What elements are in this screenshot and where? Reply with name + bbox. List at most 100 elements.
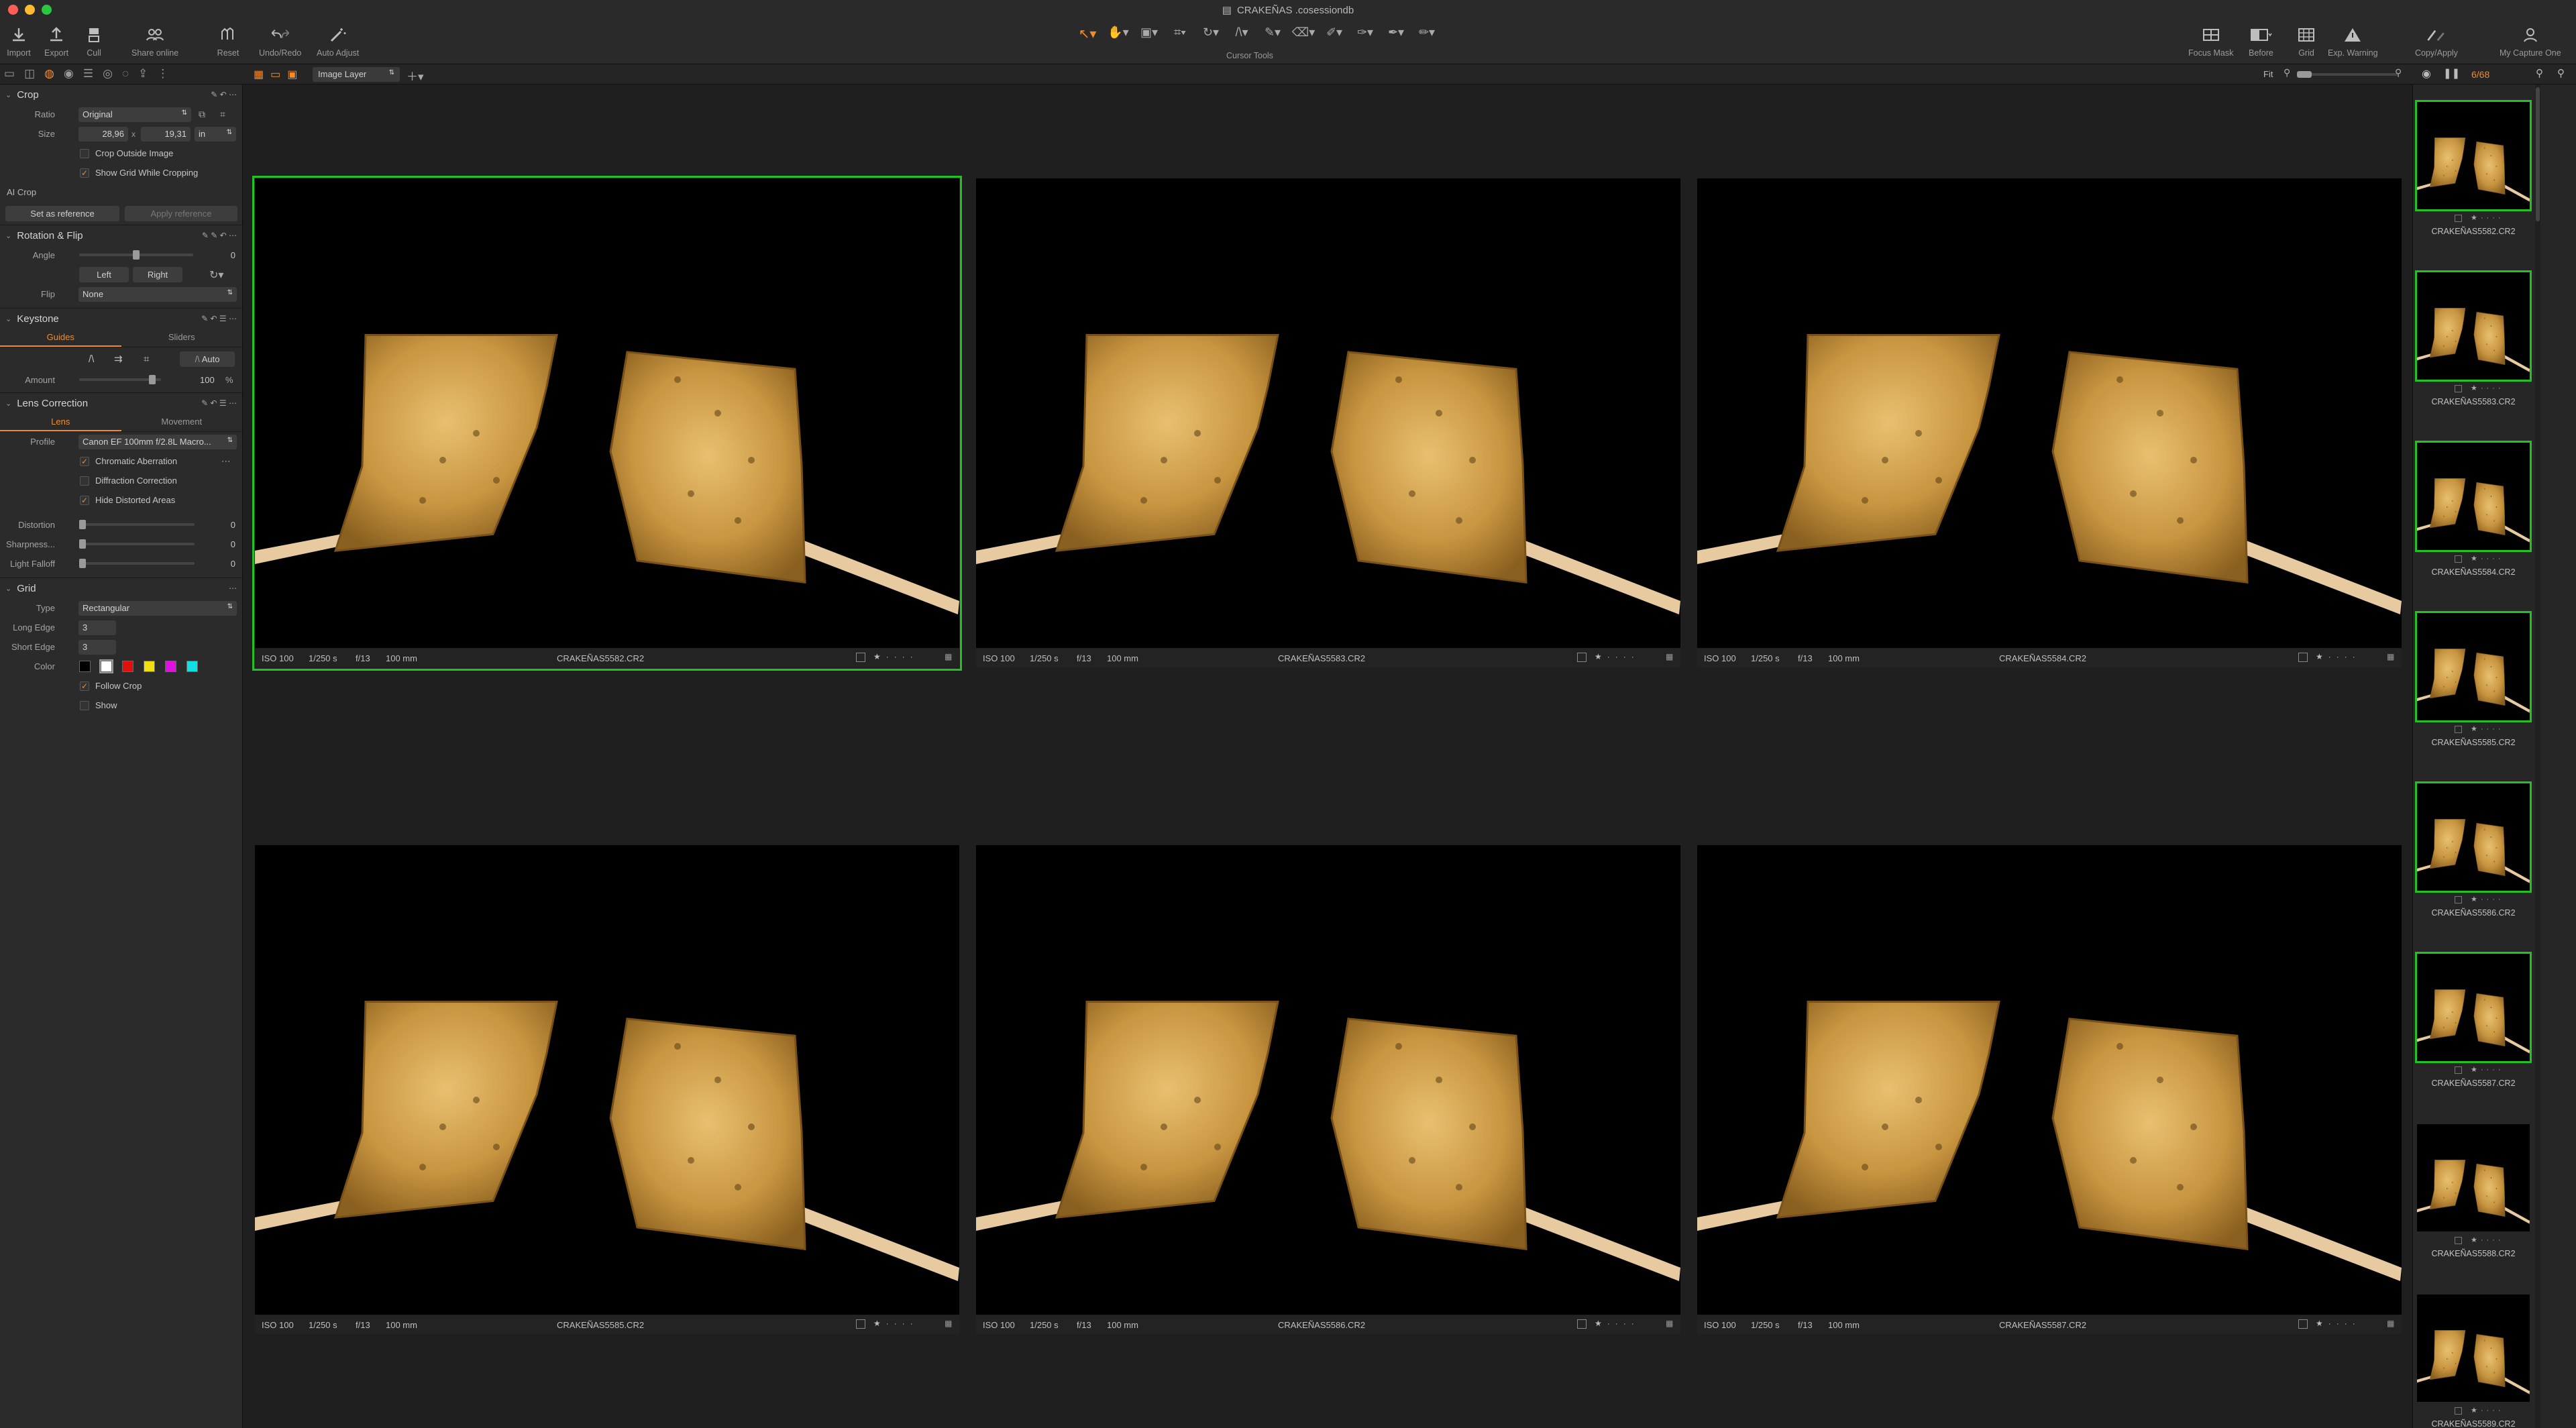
undo-redo-button[interactable]: Undo/Redo <box>259 23 301 58</box>
thumbnail-star-rating[interactable]: ★···· <box>2471 1065 2504 1074</box>
set-as-reference-button[interactable]: Set as reference <box>5 205 119 221</box>
thumbnail-star-rating[interactable]: ★···· <box>2471 554 2504 563</box>
minimize-window-button[interactable] <box>25 5 35 15</box>
tab-lens[interactable]: Lens <box>0 413 121 431</box>
metadata-tab-icon[interactable]: ◌ <box>122 67 129 80</box>
grid-type-select[interactable]: Rectangular ⇅ <box>78 600 237 616</box>
grid-color-swatch[interactable] <box>79 661 91 672</box>
sharpness-slider[interactable] <box>79 539 195 549</box>
thumbnail-image[interactable] <box>2417 1124 2530 1231</box>
copy-apply-button[interactable]: Copy/Apply <box>2415 23 2458 58</box>
thumbnail-image[interactable] <box>2417 1295 2530 1402</box>
select-checkbox[interactable] <box>1577 1319 1587 1329</box>
show-grid-toggle-checkbox[interactable] <box>80 700 89 710</box>
color-tag-icon[interactable]: ▦ <box>2387 1319 2394 1328</box>
thumbnail-star-rating[interactable]: ★···· <box>2471 724 2504 733</box>
color-tag-icon[interactable]: ▦ <box>1666 652 1673 661</box>
my-capture-one-button[interactable]: My Capture One <box>2500 23 2561 58</box>
close-window-button[interactable] <box>8 5 18 15</box>
zoom-slider-knob[interactable] <box>2297 71 2312 78</box>
rotate-tool-icon[interactable]: ↻▾ <box>1198 25 1224 46</box>
single-view-icon[interactable]: ▭ <box>270 68 280 81</box>
keystone-full-icon[interactable]: ⌗ <box>144 353 149 365</box>
amount-slider-knob[interactable] <box>149 375 156 384</box>
lens-tab-icon[interactable]: ◍ <box>44 67 54 80</box>
angle-slider[interactable] <box>79 250 193 260</box>
zoom-in-icon[interactable]: ⚲ <box>2395 67 2402 78</box>
adjust-tab-icon[interactable]: ☰ <box>83 67 93 80</box>
viewer-image-cell[interactable]: ISO 100 1/250 s f/13 100 mm CRAKEÑAS5585.CR2… <box>255 845 959 1335</box>
heal-tool-icon[interactable]: ✒▾ <box>1383 25 1409 46</box>
thumbnail-checkbox[interactable] <box>2455 555 2462 563</box>
rotation-flip-header[interactable]: ⌄ Rotation & Flip ✎ ✎ ↶ ⋯ <box>0 225 242 245</box>
pause-icon[interactable]: ❚❚ <box>2443 67 2460 79</box>
thumbnail-checkbox[interactable] <box>2455 385 2462 392</box>
filter-icon[interactable]: ⚲ <box>2557 67 2565 79</box>
tool-header-controls[interactable]: ✎ ✎ ↶ ⋯ <box>202 231 237 240</box>
tab-movement[interactable]: Movement <box>121 413 243 431</box>
thumbnail-image[interactable] <box>2415 952 2532 1063</box>
lens-correction-header[interactable]: ⌄ Lens Correction ✎ ↶ ☰ ⋯ <box>0 393 242 413</box>
thumbnail-image[interactable] <box>2415 100 2532 211</box>
distortion-value[interactable]: 0 <box>231 520 235 530</box>
browser-thumbnail[interactable]: ★···· CRAKEÑAS5583.CR2 <box>2415 270 2532 443</box>
viewer-image-cell[interactable]: ISO 100 1/250 s f/13 100 mm CRAKEÑAS5584.CR2… <box>1697 178 2402 668</box>
share-online-button[interactable]: Share online <box>131 23 178 58</box>
select-checkbox[interactable] <box>2298 653 2308 662</box>
sharpness-slider-knob[interactable] <box>79 539 86 549</box>
rotate-free-icon[interactable]: ↻▾ <box>209 268 223 282</box>
grid-color-swatch[interactable] <box>165 661 176 672</box>
cracker-photo[interactable] <box>976 845 1680 1315</box>
amount-slider[interactable] <box>79 375 161 384</box>
crop-height-field[interactable]: 19,31 <box>141 126 191 142</box>
grid-color-swatch[interactable] <box>122 661 133 672</box>
keystone-vertical-icon[interactable]: /\ <box>89 353 94 365</box>
cracker-photo[interactable] <box>1697 845 2402 1315</box>
picker-tool-icon[interactable]: ✑▾ <box>1352 25 1378 46</box>
flip-select[interactable]: None ⇅ <box>78 286 237 302</box>
tab-sliders[interactable]: Sliders <box>121 329 243 347</box>
star-rating[interactable]: ★···· <box>2316 652 2361 661</box>
crop-lock-icon[interactable]: ⧉ <box>199 109 205 120</box>
loupe-tool-icon[interactable]: ▣▾ <box>1136 25 1162 46</box>
thumbnail-image[interactable] <box>2415 781 2532 893</box>
angle-slider-knob[interactable] <box>133 250 140 260</box>
select-checkbox[interactable] <box>856 1319 865 1329</box>
color-tag-icon[interactable]: ▦ <box>945 1319 952 1328</box>
exposure-warning-button[interactable]: Exp. Warning <box>2328 23 2378 58</box>
reset-button[interactable]: Reset <box>216 23 240 58</box>
angle-value[interactable]: 0 <box>231 250 235 260</box>
browser-scrollbar-thumb[interactable] <box>2536 87 2540 221</box>
browser-thumbnail[interactable]: ★···· CRAKEÑAS5586.CR2 <box>2415 781 2532 954</box>
more-tabs-icon[interactable]: ⋮ <box>157 67 168 80</box>
grid-color-swatch[interactable] <box>144 661 155 672</box>
more-icon[interactable]: ⋯ <box>221 456 231 467</box>
crop-outside-checkbox[interactable] <box>80 148 89 158</box>
thumbnail-checkbox[interactable] <box>2455 1407 2462 1415</box>
browser-thumbnail[interactable]: ★···· CRAKEÑAS5582.CR2 <box>2415 100 2532 272</box>
thumbnail-star-rating[interactable]: ★···· <box>2471 1235 2504 1244</box>
thumbnail-image[interactable] <box>2415 441 2532 552</box>
unit-select[interactable]: in ⇅ <box>195 126 236 142</box>
zoom-out-icon[interactable]: ⚲ <box>2284 67 2290 78</box>
cracker-photo[interactable] <box>1697 178 2402 648</box>
thumbnail-image[interactable] <box>2415 611 2532 722</box>
focus-mask-button[interactable]: Focus Mask <box>2188 23 2233 58</box>
browser-scrollbar[interactable] <box>2535 85 2540 1428</box>
star-rating[interactable]: ★···· <box>1595 652 1640 661</box>
thumbnail-image[interactable] <box>2415 270 2532 382</box>
viewer-image-cell[interactable]: ISO 100 1/250 s f/13 100 mm CRAKEÑAS5587.CR2… <box>1697 845 2402 1335</box>
thumbnail-checkbox[interactable] <box>2455 1237 2462 1244</box>
show-grid-checkbox[interactable]: ✓ <box>80 168 89 178</box>
tool-header-controls[interactable]: ✎ ↶ ☰ ⋯ <box>201 398 237 408</box>
cracker-photo[interactable] <box>255 845 959 1315</box>
browser-thumbnail[interactable]: ★···· CRAKEÑAS5585.CR2 <box>2415 611 2532 783</box>
thumbnail-checkbox[interactable] <box>2455 1066 2462 1074</box>
viewer-image-cell[interactable]: ISO 100 1/250 s f/13 100 mm CRAKEÑAS5582.CR2… <box>252 176 962 671</box>
eye-icon[interactable]: ◉ <box>2422 67 2431 80</box>
color-tag-icon[interactable]: ▦ <box>2387 652 2394 661</box>
zoom-window-button[interactable] <box>42 5 52 15</box>
details-tab-icon[interactable]: ◎ <box>103 67 113 80</box>
grid-color-swatch[interactable] <box>186 661 198 672</box>
thumbnail-star-rating[interactable]: ★···· <box>2471 895 2504 903</box>
